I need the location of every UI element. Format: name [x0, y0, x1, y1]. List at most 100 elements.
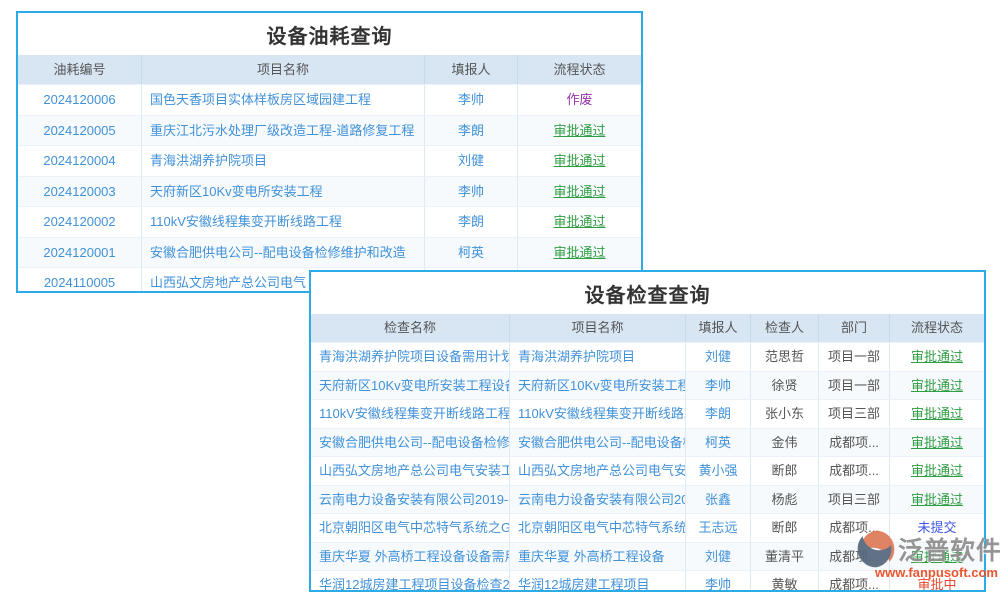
- table-row: 2024120002110kV安徽线程集变开断线路工程李朗审批通过: [18, 206, 641, 237]
- table-row: 2024120003天府新区10Kv变电所安装工程李帅审批通过: [18, 176, 641, 207]
- fuel-id-link[interactable]: 2024120003: [18, 177, 142, 207]
- project-link[interactable]: 110kV安徽线程集变开断线路工程: [510, 400, 686, 428]
- column-header-project: 项目名称: [142, 55, 425, 84]
- project-link[interactable]: 重庆江北污水处理厂级改造工程-道路修复工程: [142, 116, 425, 146]
- check-name-link[interactable]: 重庆华夏 外高桥工程设备设备需用计划: [311, 543, 510, 571]
- reporter-link[interactable]: 李帅: [425, 177, 518, 207]
- table-row: 山西弘文房地产总公司电气安装工程山西弘文房地产总公司电气安装黄小强断郎成都项..…: [311, 456, 984, 485]
- department-name: 项目一部: [819, 372, 890, 400]
- watermark-url: www.fanpusoft.com: [856, 565, 998, 580]
- column-header-check-name: 检查名称: [311, 314, 510, 342]
- status-link[interactable]: 审批通过: [890, 429, 984, 457]
- project-link[interactable]: 云南电力设备安装有限公司2019: [510, 486, 686, 514]
- column-header-reporter: 填报人: [425, 55, 518, 84]
- department-name: 项目一部: [819, 343, 890, 371]
- project-link[interactable]: 110kV安徽线程集变开断线路工程: [142, 207, 425, 237]
- project-link[interactable]: 重庆华夏 外高桥工程设备: [510, 543, 686, 571]
- project-link[interactable]: 天府新区10Kv变电所安装工程: [142, 177, 425, 207]
- fuel-id-link[interactable]: 2024120002: [18, 207, 142, 237]
- fuel-id-link[interactable]: 2024120001: [18, 238, 142, 268]
- fuel-table-body: 2024120006国色天香项目实体样板房区域园建工程李帅作废202412000…: [18, 84, 641, 293]
- reporter-link[interactable]: 刘健: [425, 146, 518, 176]
- column-header-inspector: 检查人: [751, 314, 819, 342]
- inspector-name: 断郎: [751, 514, 819, 542]
- reporter-link[interactable]: 李帅: [425, 85, 518, 115]
- inspector-name: 金伟: [751, 429, 819, 457]
- inspector-name: 断郎: [751, 457, 819, 485]
- status-link[interactable]: 审批通过: [518, 238, 641, 268]
- project-link[interactable]: 北京朝阳区电气中芯特气系统之: [510, 514, 686, 542]
- fanpu-logo-icon: [856, 528, 896, 570]
- project-link[interactable]: 山西弘文房地产总公司电气安装: [510, 457, 686, 485]
- fuel-query-window: 设备油耗查询 油耗编号 项目名称 填报人 流程状态 2024120006国色天香…: [16, 11, 643, 293]
- column-header-project: 项目名称: [510, 314, 686, 342]
- status-link[interactable]: 作废: [518, 85, 641, 115]
- column-header-status: 流程状态: [890, 314, 984, 342]
- fuel-id-link[interactable]: 2024120006: [18, 85, 142, 115]
- fuel-id-link[interactable]: 2024120005: [18, 116, 142, 146]
- table-row: 2024120005重庆江北污水处理厂级改造工程-道路修复工程李朗审批通过: [18, 115, 641, 146]
- department-name: 成都项...: [819, 429, 890, 457]
- project-link[interactable]: 安徽合肥供电公司--配电设备检修维护和改造: [142, 238, 425, 268]
- inspection-table-header: 检查名称 项目名称 填报人 检查人 部门 流程状态: [311, 314, 984, 342]
- table-row: 110kV安徽线程集变开断线路工程设备110kV安徽线程集变开断线路工程李朗张小…: [311, 399, 984, 428]
- check-name-link[interactable]: 云南电力设备安装有限公司2019--设备: [311, 486, 510, 514]
- status-link[interactable]: 审批通过: [518, 116, 641, 146]
- status-link[interactable]: 审批通过: [890, 457, 984, 485]
- check-name-link[interactable]: 天府新区10Kv变电所安装工程设备: [311, 372, 510, 400]
- status-link[interactable]: 审批通过: [890, 343, 984, 371]
- check-name-link[interactable]: 安徽合肥供电公司--配电设备检修维护: [311, 429, 510, 457]
- reporter-link[interactable]: 刘健: [686, 343, 751, 371]
- reporter-link[interactable]: 李朗: [425, 207, 518, 237]
- reporter-link[interactable]: 李帅: [686, 571, 751, 592]
- check-name-link[interactable]: 110kV安徽线程集变开断线路工程设备: [311, 400, 510, 428]
- status-link[interactable]: 审批通过: [518, 146, 641, 176]
- status-link[interactable]: 审批通过: [518, 207, 641, 237]
- fuel-id-link[interactable]: 2024110005: [18, 268, 142, 293]
- check-name-link[interactable]: 青海洪湖养护院项目设备需用计划: [311, 343, 510, 371]
- project-link[interactable]: 天府新区10Kv变电所安装工程: [510, 372, 686, 400]
- fuel-table-header: 油耗编号 项目名称 填报人 流程状态: [18, 55, 641, 84]
- table-row: 青海洪湖养护院项目设备需用计划青海洪湖养护院项目刘健范思哲项目一部审批通过: [311, 342, 984, 371]
- project-link[interactable]: 华润12城房建工程项目: [510, 571, 686, 592]
- inspector-name: 张小东: [751, 400, 819, 428]
- check-name-link[interactable]: 北京朝阳区电气中芯特气系统之GIS: [311, 514, 510, 542]
- status-link[interactable]: 审批通过: [890, 372, 984, 400]
- fuel-id-link[interactable]: 2024120004: [18, 146, 142, 176]
- inspection-query-title: 设备检查查询: [311, 272, 984, 314]
- fuel-query-title: 设备油耗查询: [18, 13, 641, 55]
- inspector-name: 杨彪: [751, 486, 819, 514]
- check-name-link[interactable]: 山西弘文房地产总公司电气安装工程: [311, 457, 510, 485]
- column-header-status: 流程状态: [518, 55, 641, 84]
- check-name-link[interactable]: 华润12城房建工程项目设备检查2: [311, 571, 510, 592]
- reporter-link[interactable]: 刘健: [686, 543, 751, 571]
- department-name: 项目三部: [819, 400, 890, 428]
- table-row: 2024120001安徽合肥供电公司--配电设备检修维护和改造柯英审批通过: [18, 237, 641, 268]
- reporter-link[interactable]: 李帅: [686, 372, 751, 400]
- table-row: 云南电力设备安装有限公司2019--设备云南电力设备安装有限公司2019张鑫杨彪…: [311, 485, 984, 514]
- inspector-name: 董清平: [751, 543, 819, 571]
- reporter-link[interactable]: 柯英: [686, 429, 751, 457]
- project-link[interactable]: 青海洪湖养护院项目: [510, 343, 686, 371]
- project-link[interactable]: 安徽合肥供电公司--配电设备检修: [510, 429, 686, 457]
- table-row: 2024120006国色天香项目实体样板房区域园建工程李帅作废: [18, 84, 641, 115]
- status-link[interactable]: 审批通过: [518, 177, 641, 207]
- reporter-link[interactable]: 柯英: [425, 238, 518, 268]
- department-name: 项目三部: [819, 486, 890, 514]
- inspector-name: 黄敏: [751, 571, 819, 592]
- reporter-link[interactable]: 李朗: [686, 400, 751, 428]
- status-link[interactable]: 审批通过: [890, 486, 984, 514]
- reporter-link[interactable]: 李朗: [425, 116, 518, 146]
- project-link[interactable]: 青海洪湖养护院项目: [142, 146, 425, 176]
- reporter-link[interactable]: 王志远: [686, 514, 751, 542]
- column-header-reporter: 填报人: [686, 314, 751, 342]
- status-link[interactable]: 审批通过: [890, 400, 984, 428]
- table-row: 天府新区10Kv变电所安装工程设备天府新区10Kv变电所安装工程李帅徐贤项目一部…: [311, 371, 984, 400]
- column-header-department: 部门: [819, 314, 890, 342]
- inspector-name: 徐贤: [751, 372, 819, 400]
- fanpu-watermark: 泛普软件 www.fanpusoft.com: [856, 528, 998, 580]
- reporter-link[interactable]: 张鑫: [686, 486, 751, 514]
- table-row: 2024120004青海洪湖养护院项目刘健审批通过: [18, 145, 641, 176]
- reporter-link[interactable]: 黄小强: [686, 457, 751, 485]
- project-link[interactable]: 国色天香项目实体样板房区域园建工程: [142, 85, 425, 115]
